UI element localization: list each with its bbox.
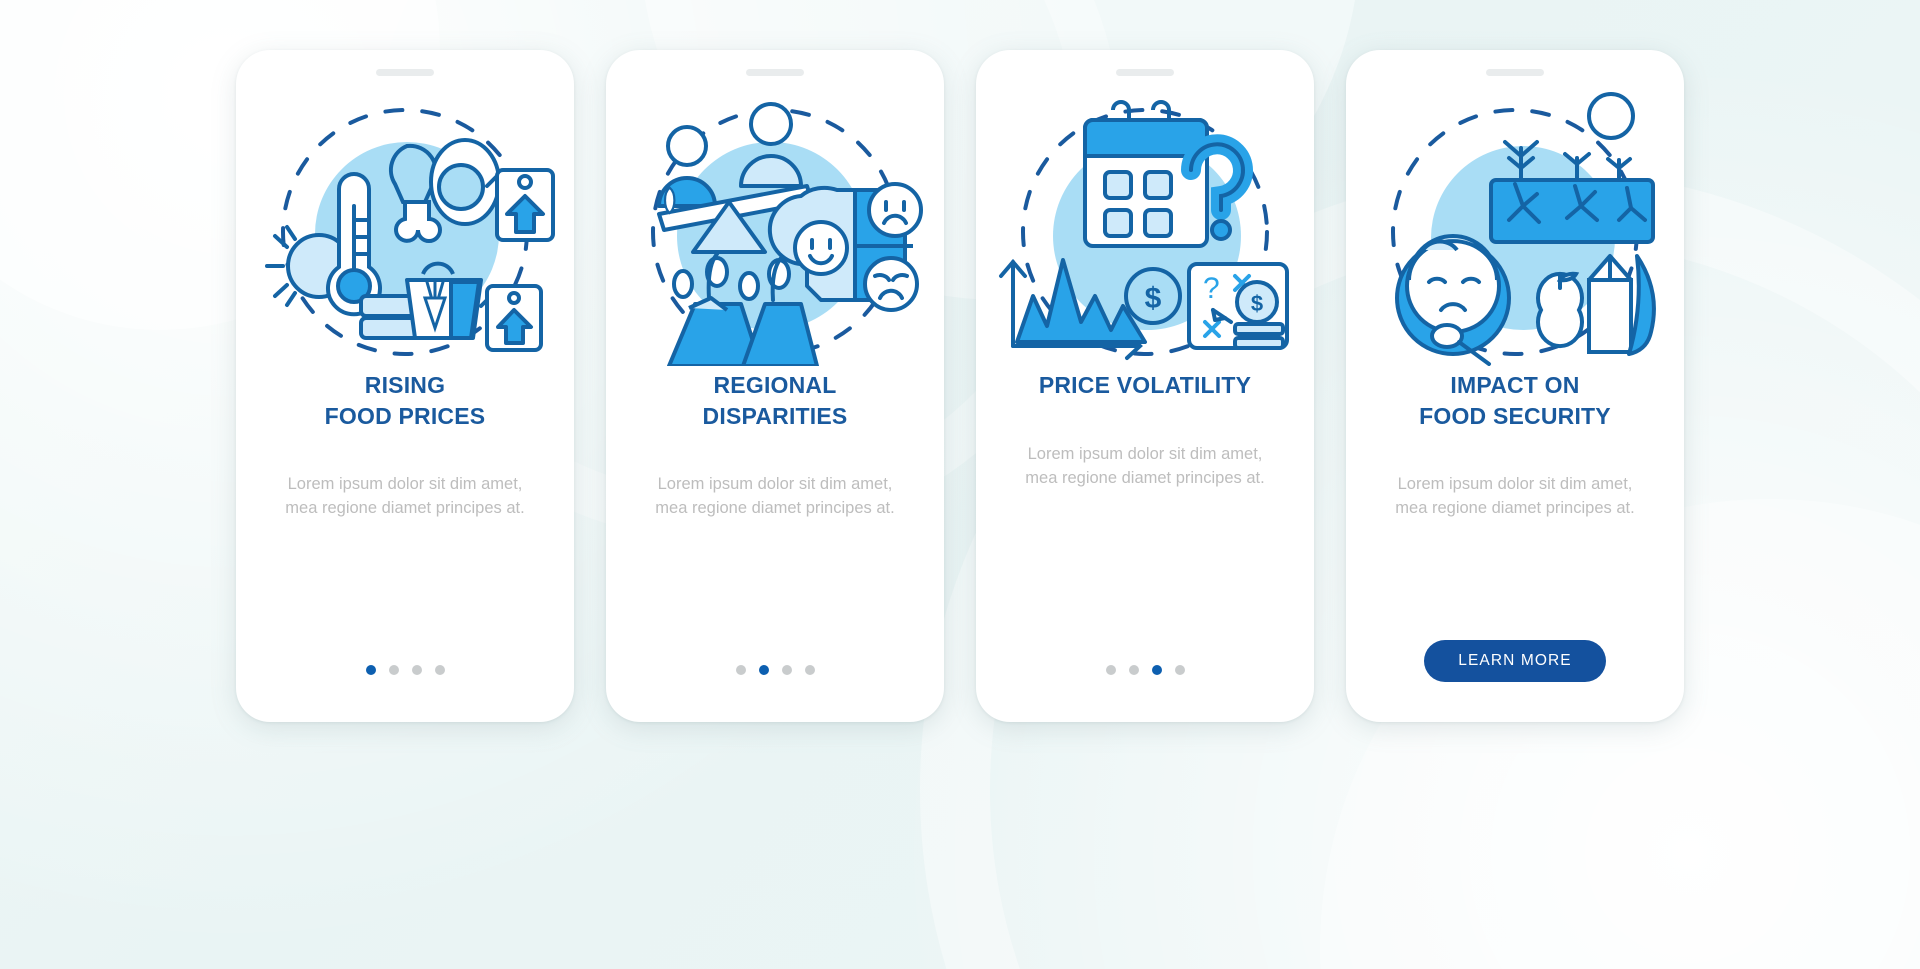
phone-speaker-grill — [1486, 69, 1544, 76]
pagination-dots[interactable] — [735, 665, 815, 675]
onboarding-screens-stage: RISING FOOD PRICES Lorem ipsum dolor sit… — [0, 0, 1920, 969]
pagination-dots[interactable] — [1105, 665, 1185, 675]
pagination-dot[interactable] — [781, 665, 792, 675]
thermometer-food-price-tag-icon — [265, 108, 555, 356]
hungry-child-drought-food-icon — [1391, 92, 1656, 366]
screen-body-text: Lorem ipsum dolor sit dim amet, mea regi… — [285, 475, 525, 518]
pagination-dot[interactable] — [758, 665, 769, 675]
pagination-dot[interactable] — [434, 665, 445, 675]
pagination-dot[interactable] — [1105, 665, 1116, 675]
phone-speaker-grill — [1116, 69, 1174, 76]
pagination-dot[interactable] — [365, 665, 376, 675]
screen-body-text: Lorem ipsum dolor sit dim amet, mea regi… — [655, 475, 895, 518]
svg-text:$: $ — [1251, 291, 1263, 316]
screen-title: REGIONAL DISPARITIES — [702, 372, 848, 429]
pagination-dot[interactable] — [1128, 665, 1139, 675]
pagination-dot[interactable] — [1174, 665, 1185, 675]
screen-title: IMPACT ON FOOD SECURITY — [1419, 372, 1611, 429]
pagination-dot[interactable] — [388, 665, 399, 675]
phone-screen-impact-on-food-security[interactable]: IMPACT ON FOOD SECURITY Lorem ipsum dolo… — [1346, 50, 1684, 722]
phone-screen-price-volatility[interactable]: $ ? $ PRICE VOLATILITY Lorem ipsum dolor… — [976, 50, 1314, 722]
pagination-dots[interactable] — [365, 665, 445, 675]
learn-more-button[interactable]: LEARN MORE — [1424, 640, 1606, 682]
svg-text:$: $ — [1145, 282, 1162, 315]
pagination-dot[interactable] — [804, 665, 815, 675]
screen-body-text: Lorem ipsum dolor sit dim amet, mea regi… — [1395, 475, 1635, 518]
phone-screen-row: RISING FOOD PRICES Lorem ipsum dolor sit… — [0, 0, 1920, 722]
svg-text:?: ? — [1203, 272, 1220, 305]
pagination-dot[interactable] — [411, 665, 422, 675]
seesaw-people-map-faces-icon — [651, 102, 923, 366]
screen-title: RISING FOOD PRICES — [324, 372, 486, 429]
pagination-dot[interactable] — [735, 665, 746, 675]
pagination-dot[interactable] — [1151, 665, 1162, 675]
calendar-question-chart-dollar-icon: $ ? $ — [999, 100, 1289, 360]
phone-speaker-grill — [746, 69, 804, 76]
phone-speaker-grill — [376, 69, 434, 76]
phone-screen-rising-food-prices[interactable]: RISING FOOD PRICES Lorem ipsum dolor sit… — [236, 50, 574, 722]
screen-body-text: Lorem ipsum dolor sit dim amet, mea regi… — [1025, 444, 1265, 487]
screen-title: PRICE VOLATILITY — [1038, 372, 1252, 398]
phone-screen-regional-disparities[interactable]: REGIONAL DISPARITIES Lorem ipsum dolor s… — [606, 50, 944, 722]
